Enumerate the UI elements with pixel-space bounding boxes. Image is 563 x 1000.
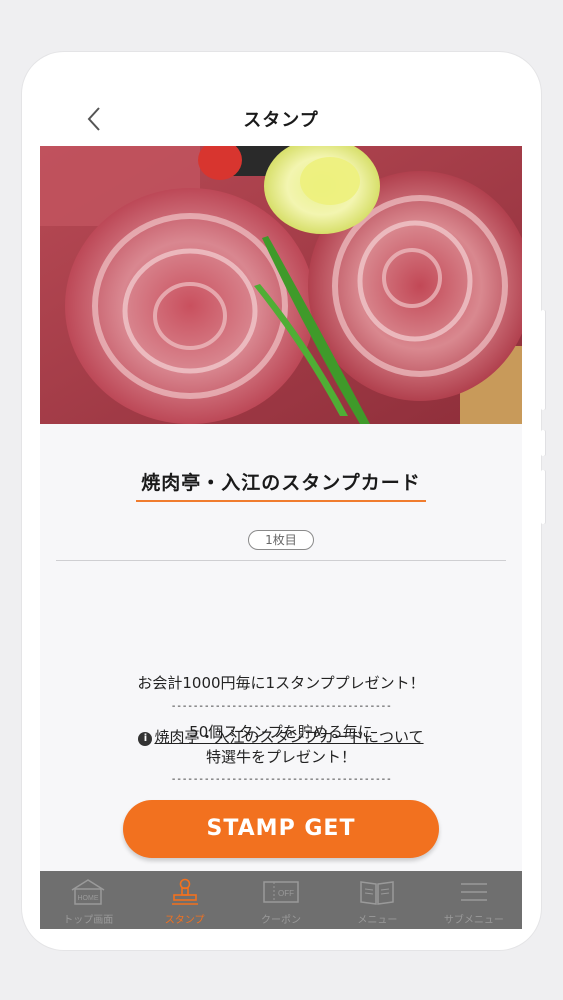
book-icon — [360, 881, 395, 905]
card-title: 焼肉亭・入江のスタンプカード — [141, 472, 421, 494]
device-side-button — [541, 470, 545, 524]
tab-label: トップ画面 — [63, 915, 114, 926]
divider — [56, 560, 506, 561]
about-stamp-card-link[interactable]: i 焼肉亭・入江のスタンプカードについて — [40, 726, 522, 747]
tab-label: スタンプ — [164, 915, 205, 926]
tab-coupon[interactable]: OFF クーポン — [233, 871, 329, 929]
stamp-get-button[interactable]: STAMP GET — [123, 800, 439, 858]
description-line-1: お会計1000円毎に1スタンププレゼント！ — [137, 674, 425, 692]
nav-header: スタンプ — [40, 84, 522, 146]
hamburger-icon — [460, 883, 487, 901]
tab-submenu[interactable]: サブメニュー — [426, 871, 522, 929]
tab-label: メニュー — [357, 915, 398, 926]
separator-line: ---------------------------------------- — [170, 701, 392, 712]
bottom-tab-bar: HOME トップ画面 スタンプ OFF クーポン メニュー サブメニュー — [40, 871, 522, 929]
info-icon: i — [138, 732, 153, 746]
card-count-badge: 1枚目 — [248, 530, 314, 550]
hero-image-wagyu-roses — [40, 146, 522, 424]
tab-menu[interactable]: メニュー — [329, 871, 425, 929]
home-icon: HOME — [71, 879, 105, 905]
about-link-label: 焼肉亭・入江のスタンプカードについて — [154, 728, 424, 746]
page-title: スタンプ — [243, 110, 319, 131]
separator-line: ---------------------------------------- — [170, 774, 392, 785]
coupon-icon: OFF — [263, 881, 299, 903]
tab-label: サブメニュー — [443, 915, 504, 926]
home-icon-text: HOME — [78, 895, 99, 902]
coupon-icon-text: OFF — [278, 889, 294, 898]
device-side-button — [541, 310, 545, 410]
stamp-card-content: 焼肉亭・入江のスタンプカード 1枚目 お会計1000円毎に1スタンププレゼント！… — [40, 424, 522, 871]
tab-label: クーポン — [261, 915, 302, 926]
description-line-3: 特選牛をプレゼント！ — [205, 748, 356, 766]
app-screen: スタンプ 焼肉亭・入江のスタンプカード 1枚目 お会計1000円毎に1スタンププ… — [40, 84, 522, 929]
tab-top[interactable]: HOME トップ画面 — [40, 871, 136, 929]
title-underline — [136, 500, 426, 502]
tab-stamp[interactable]: スタンプ — [136, 871, 232, 929]
stamp-icon — [171, 878, 198, 905]
device-side-button — [541, 430, 545, 456]
